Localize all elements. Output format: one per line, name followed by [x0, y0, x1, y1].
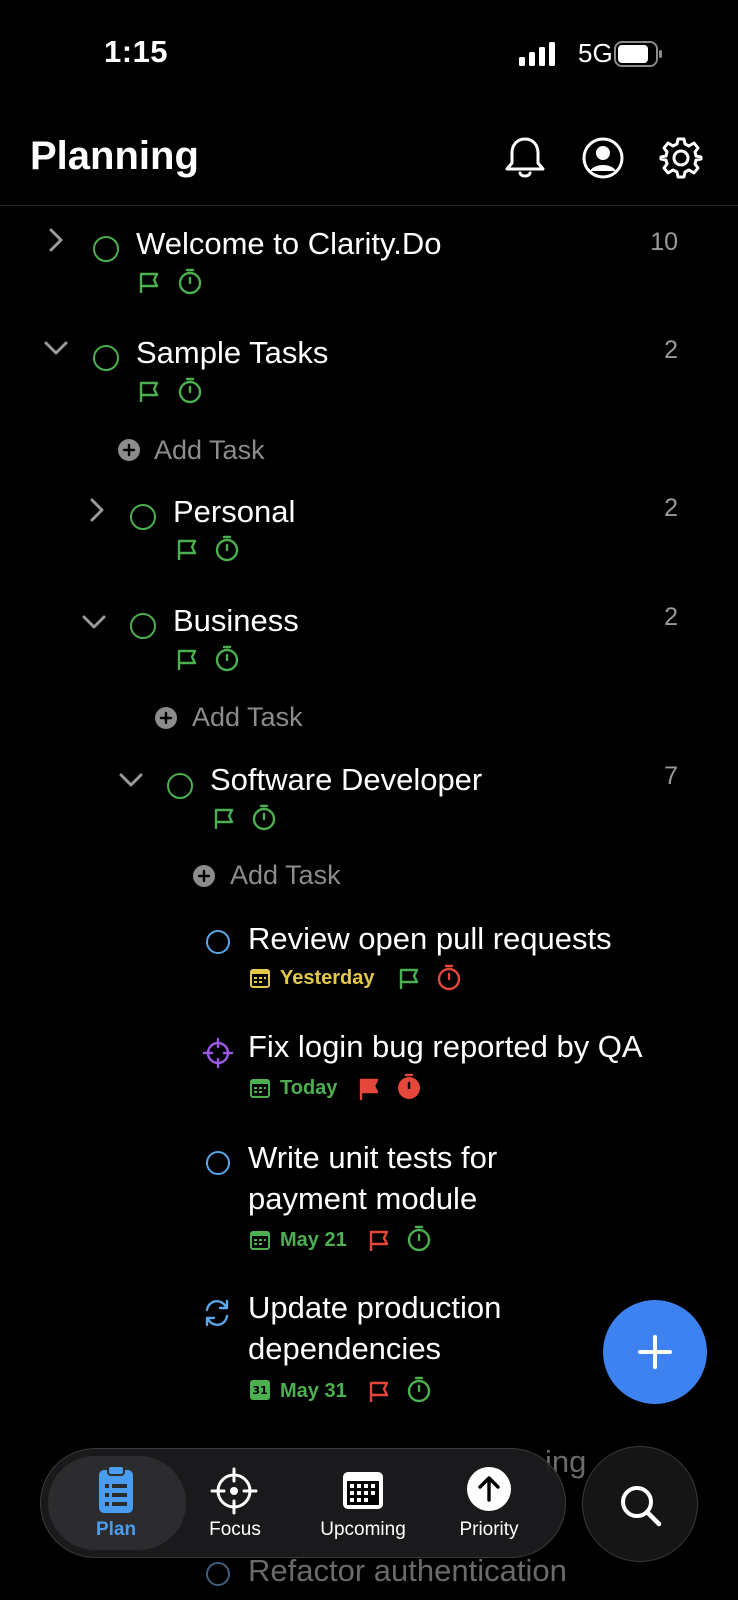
flag-icon[interactable]: [368, 1381, 390, 1403]
task-checkbox[interactable]: [206, 1151, 230, 1175]
task-title[interactable]: Software Developer: [210, 762, 482, 798]
battery-icon: [614, 41, 664, 67]
calendar-icon: [250, 1230, 270, 1250]
header-divider: [0, 205, 738, 206]
timer-icon[interactable]: [252, 804, 276, 831]
task-title[interactable]: Sample Tasks: [136, 335, 328, 371]
chevron-down-icon[interactable]: [44, 340, 68, 356]
flag-icon[interactable]: [213, 808, 235, 830]
task-title-line-1[interactable]: Write unit tests for: [248, 1140, 497, 1176]
calendar-icon: [250, 968, 270, 988]
gear-icon[interactable]: [659, 137, 703, 179]
due-date[interactable]: Today: [280, 1077, 337, 1100]
tab-priority[interactable]: Priority: [419, 1519, 559, 1541]
timer-icon[interactable]: [407, 1376, 431, 1403]
add-task-icon[interactable]: [118, 439, 140, 461]
flag-icon[interactable]: [176, 649, 198, 671]
timer-filled-icon[interactable]: [397, 1073, 421, 1100]
due-date[interactable]: May 21: [280, 1229, 347, 1252]
bell-icon[interactable]: [504, 136, 546, 180]
task-title[interactable]: Review open pull requests: [248, 921, 612, 957]
add-task-button[interactable]: Add Task: [192, 702, 303, 733]
signal-icon: [519, 42, 555, 66]
timer-icon[interactable]: [437, 964, 461, 991]
task-title[interactable]: Fix login bug reported by QA: [248, 1029, 643, 1065]
task-checkbox[interactable]: [130, 613, 156, 639]
calendar-icon: [250, 1078, 270, 1098]
search-icon[interactable]: [619, 1484, 663, 1528]
task-checkbox[interactable]: [206, 1562, 230, 1586]
chevron-right-icon[interactable]: [48, 228, 64, 252]
repeat-icon[interactable]: [202, 1298, 232, 1328]
chevron-down-icon[interactable]: [82, 614, 106, 630]
due-date[interactable]: Yesterday: [280, 967, 375, 990]
flag-icon[interactable]: [176, 539, 198, 561]
task-count: 7: [664, 762, 678, 790]
status-time: 1:15: [104, 34, 169, 69]
task-title[interactable]: Business: [173, 603, 299, 639]
task-title[interactable]: Welcome to Clarity.Do: [136, 226, 442, 262]
flag-icon[interactable]: [138, 381, 160, 403]
calendar-grid-icon[interactable]: [342, 1469, 384, 1511]
flag-icon[interactable]: [138, 272, 160, 294]
task-count: 2: [664, 494, 678, 522]
due-date[interactable]: May 31: [280, 1380, 347, 1403]
tab-upcoming[interactable]: Upcoming: [293, 1519, 433, 1541]
timer-icon[interactable]: [178, 268, 202, 295]
task-title-line-1[interactable]: Update production: [248, 1290, 501, 1326]
timer-icon[interactable]: [407, 1225, 431, 1252]
flag-icon[interactable]: [368, 1230, 390, 1252]
timer-icon[interactable]: [215, 645, 239, 672]
account-icon[interactable]: [582, 137, 624, 179]
chevron-right-icon[interactable]: [89, 498, 105, 522]
task-count: 10: [650, 228, 678, 256]
focus-target-icon[interactable]: [202, 1037, 234, 1069]
add-task-fab[interactable]: [603, 1300, 707, 1404]
network-label: 5G: [578, 38, 613, 68]
task-checkbox[interactable]: [167, 773, 193, 799]
task-count: 2: [664, 336, 678, 364]
task-checkbox[interactable]: [130, 504, 156, 530]
tab-focus[interactable]: Focus: [165, 1519, 305, 1541]
task-title-line-2[interactable]: payment module: [248, 1181, 477, 1217]
task-title[interactable]: Personal: [173, 494, 295, 530]
task-checkbox[interactable]: [206, 930, 230, 954]
task-checkbox[interactable]: [93, 345, 119, 371]
calendar-day-icon: 31: [250, 1380, 270, 1400]
arrow-up-circle-icon[interactable]: [467, 1467, 511, 1511]
add-task-icon[interactable]: [193, 865, 215, 887]
page-title: Planning: [30, 134, 199, 178]
crosshair-icon[interactable]: [210, 1467, 258, 1515]
clipboard-list-icon[interactable]: [97, 1464, 135, 1514]
add-task-button[interactable]: Add Task: [230, 860, 341, 891]
task-count: 2: [664, 603, 678, 631]
add-task-icon[interactable]: [155, 707, 177, 729]
timer-icon[interactable]: [215, 535, 239, 562]
timer-icon[interactable]: [178, 377, 202, 404]
add-task-button[interactable]: Add Task: [154, 435, 265, 466]
task-title-line-2[interactable]: dependencies: [248, 1331, 441, 1367]
flag-icon[interactable]: [398, 968, 420, 990]
task-checkbox[interactable]: [93, 236, 119, 262]
chevron-down-icon[interactable]: [119, 772, 143, 788]
task-title[interactable]: Refactor authentication: [248, 1553, 567, 1589]
flag-filled-icon[interactable]: [358, 1078, 380, 1101]
